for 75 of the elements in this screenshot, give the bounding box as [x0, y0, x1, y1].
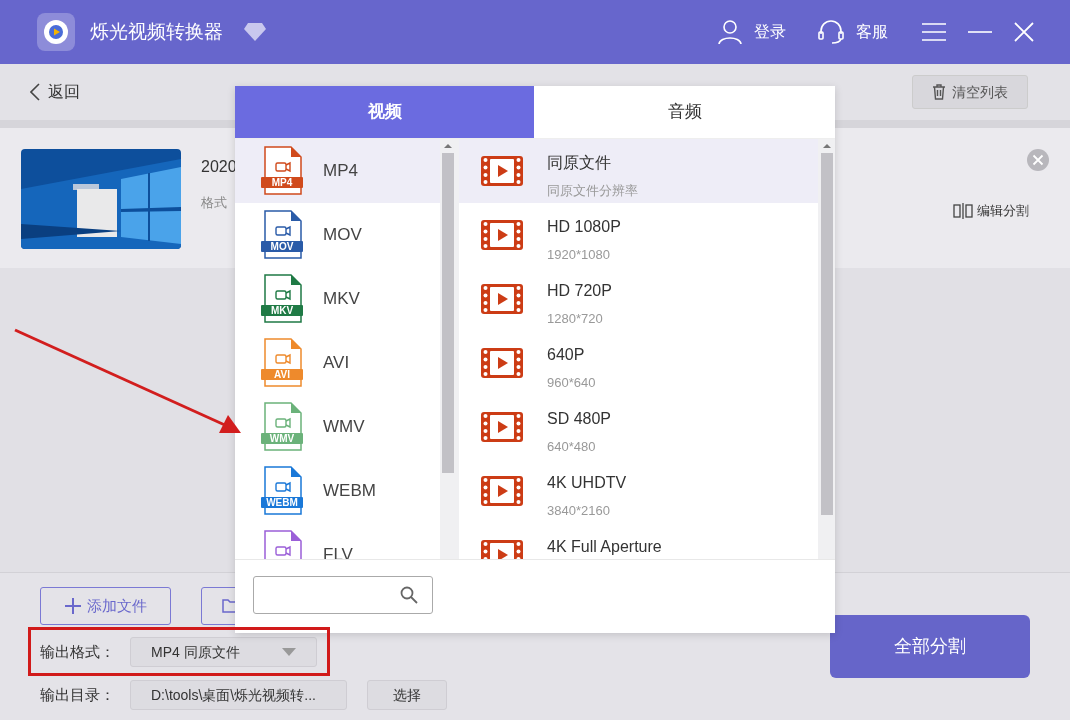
- format-tag: MKV: [261, 305, 303, 316]
- film-icon: [481, 284, 523, 314]
- preset-name: HD 720P: [547, 281, 612, 301]
- add-file-button[interactable]: 添加文件: [40, 587, 171, 625]
- split-all-button[interactable]: 全部分割: [830, 615, 1030, 678]
- search-field[interactable]: [253, 576, 433, 614]
- menu-icon[interactable]: [922, 23, 946, 41]
- minimize-icon[interactable]: [968, 30, 992, 34]
- format-label: MP4: [323, 160, 358, 183]
- scrollbar[interactable]: [440, 139, 455, 559]
- film-icon: [481, 348, 523, 378]
- format-label: MOV: [323, 224, 362, 247]
- scroll-up-icon[interactable]: [443, 144, 452, 148]
- format-tag: MOV: [261, 241, 303, 252]
- format-label: WMV: [323, 416, 365, 439]
- search-icon: [400, 586, 418, 604]
- scrollbar[interactable]: [818, 139, 835, 559]
- login-button[interactable]: 登录: [718, 19, 786, 45]
- format-tag: WEBM: [261, 497, 303, 508]
- film-icon: [481, 412, 523, 442]
- film-icon: [481, 476, 523, 506]
- file-icon: [261, 274, 303, 324]
- preset-name: SD 480P: [547, 409, 612, 429]
- file-icon: [261, 338, 303, 388]
- preset-name: 4K Full Aperture: [547, 537, 662, 557]
- remove-icon[interactable]: [1027, 149, 1049, 171]
- app-logo-icon: [36, 12, 76, 52]
- preset-resolution: 960*640: [547, 374, 596, 392]
- output-format-label: 输出格式：: [40, 641, 116, 662]
- output-dir-field[interactable]: D:\tools\桌面\烁光视频转...: [130, 680, 347, 710]
- file-icon: [261, 466, 303, 516]
- file-icon: [261, 402, 303, 452]
- file-icon: [261, 210, 303, 260]
- diamond-icon: [243, 22, 267, 42]
- preset-resolution: 1920*1080: [547, 246, 611, 264]
- dropdown-arrow-icon: [282, 648, 296, 656]
- edit-split-button[interactable]: 编辑分割: [953, 201, 1029, 221]
- close-icon[interactable]: [1014, 22, 1034, 42]
- scroll-up-icon[interactable]: [822, 144, 831, 148]
- format-item[interactable]: MP4 MP4: [235, 139, 440, 203]
- preset-resolution: 3840*2160: [547, 502, 611, 520]
- preset-resolution: 640*480: [547, 438, 597, 456]
- split-icon: [953, 202, 973, 219]
- user-icon: [718, 19, 742, 45]
- headset-icon: [818, 20, 844, 44]
- tab[interactable]: 音频: [534, 86, 835, 138]
- preset-item[interactable]: 同原文件 同原文件分辨率: [459, 139, 818, 203]
- format-label: 格式: [201, 194, 228, 212]
- format-label: WEBM: [323, 480, 376, 503]
- tab[interactable]: 视频: [235, 86, 534, 138]
- chevron-left-icon: [30, 83, 40, 101]
- format-tag: WMV: [261, 433, 303, 444]
- file-name: 2020: [201, 157, 237, 177]
- preset-name: 640P: [547, 345, 586, 365]
- plus-icon: [64, 598, 81, 614]
- choose-button[interactable]: 选择: [367, 680, 447, 710]
- preset-resolution: 1280*720: [547, 310, 604, 328]
- format-tag: MP4: [261, 177, 303, 188]
- trash-icon: [932, 84, 946, 100]
- preset-name: HD 1080P: [547, 217, 621, 237]
- film-icon: [481, 156, 523, 186]
- format-label: MKV: [323, 288, 360, 311]
- back-button[interactable]: 返回: [30, 80, 80, 104]
- film-icon: [481, 220, 523, 250]
- format-tag: AVI: [261, 369, 303, 380]
- preset-name: 同原文件: [547, 153, 612, 173]
- format-label: AVI: [323, 352, 350, 375]
- file-icon: [261, 146, 303, 196]
- output-format-dropdown[interactable]: MP4 同原文件: [130, 637, 317, 667]
- preset-name: 4K UHDTV: [547, 473, 627, 493]
- clear-list-button[interactable]: 清空列表: [912, 75, 1028, 109]
- output-dir-label: 输出目录：: [40, 684, 116, 705]
- preset-resolution: 同原文件分辨率: [547, 182, 638, 200]
- support-button[interactable]: 客服: [818, 20, 888, 44]
- window-title: 烁光视频转换器: [90, 19, 223, 44]
